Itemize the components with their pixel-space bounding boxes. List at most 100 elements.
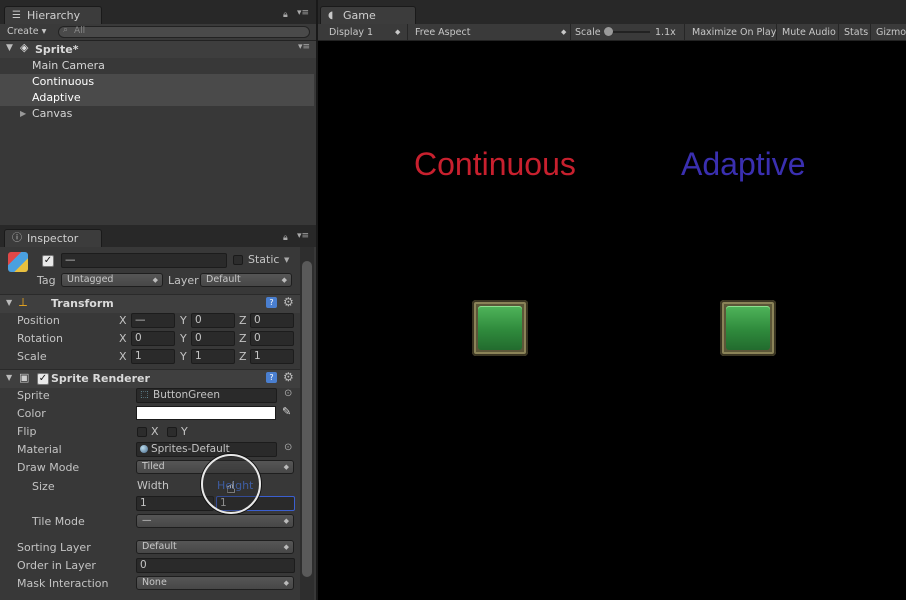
axis-z-label: Z — [239, 314, 247, 327]
maximize-on-play-toggle[interactable]: Maximize On Play — [692, 27, 776, 38]
hierarchy-item-canvas[interactable]: ▶ Canvas — [0, 106, 314, 122]
material-sphere-icon — [140, 445, 148, 453]
toolbar-separator — [570, 24, 571, 40]
create-button[interactable]: Create ▾ — [7, 26, 46, 37]
position-z-field[interactable]: 0 — [250, 313, 294, 328]
game-tabbar: ◖ Game — [318, 0, 906, 24]
rotation-label: Rotation — [17, 332, 64, 345]
mask-interaction-dropdown[interactable]: None ◆ — [136, 576, 294, 590]
scene-header[interactable]: ▼ ◈ Sprite* ▾≡ — [0, 41, 316, 58]
scale-slider-thumb[interactable] — [604, 27, 613, 36]
axis-y-label: Y — [180, 314, 187, 327]
dropdown-arrow-icon: ◆ — [283, 463, 289, 471]
sorting-layer-dropdown[interactable]: Default ◆ — [136, 540, 294, 554]
scale-slider[interactable] — [604, 27, 650, 36]
help-icon[interactable]: ? — [266, 372, 277, 383]
gizmos-dropdown[interactable]: Gizmos — [876, 27, 906, 38]
transform-header[interactable]: ▼ ⟂ Transform ? ⚙ — [0, 294, 300, 313]
toolbar-separator — [870, 24, 871, 40]
gear-icon[interactable]: ⚙ — [283, 295, 294, 309]
layer-value: Default — [206, 274, 241, 285]
scale-label: Scale — [575, 27, 601, 38]
scale-z-field[interactable]: 1 — [250, 349, 294, 364]
static-checkbox[interactable] — [233, 255, 243, 265]
static-label: Static — [248, 253, 280, 266]
search-placeholder: All — [74, 26, 86, 36]
order-in-layer-field[interactable]: 0 — [136, 558, 295, 573]
color-label: Color — [17, 407, 46, 420]
mute-audio-toggle[interactable]: Mute Audio — [782, 27, 836, 38]
toolbar-separator — [684, 24, 685, 40]
stats-toggle[interactable]: Stats — [844, 27, 868, 38]
scale-x-field[interactable]: 1 — [131, 349, 175, 364]
aspect-dropdown[interactable]: Free Aspect — [415, 27, 470, 38]
dropdown-arrow-icon: ◆ — [281, 276, 287, 284]
axis-x-label: X — [119, 332, 127, 345]
dropdown-arrow-icon: ◆ — [395, 28, 401, 36]
draw-mode-value: Tiled — [142, 461, 165, 472]
layer-dropdown[interactable]: Default ◆ — [200, 273, 292, 287]
hierarchy-item-label: Canvas — [32, 107, 73, 120]
foldout-arrow-icon[interactable]: ▼ — [6, 373, 12, 382]
scale-y-field[interactable]: 1 — [191, 349, 235, 364]
rotation-x-field[interactable]: 0 — [131, 331, 175, 346]
rotation-y-field[interactable]: 0 — [191, 331, 235, 346]
sprite-field[interactable]: ⬚ ButtonGreen — [136, 388, 277, 403]
tab-inspector[interactable]: ⓘ Inspector — [4, 229, 102, 247]
static-dropdown-arrow[interactable]: ▼ — [284, 256, 289, 264]
sprite-value: ButtonGreen — [153, 389, 220, 401]
size-width-field[interactable]: 1 — [136, 496, 214, 511]
hierarchy-item-main-camera[interactable]: Main Camera — [0, 58, 314, 74]
game-toolbar: Display 1 ◆ Free Aspect ◆ Scale 1.1x Max… — [318, 24, 906, 41]
color-swatch[interactable] — [136, 406, 276, 420]
scale-label: Scale — [17, 350, 47, 363]
object-picker-icon[interactable]: ⊙ — [284, 442, 292, 453]
game-viewport[interactable]: Continuous Adaptive — [318, 41, 906, 600]
lock-icon[interactable]: 🔒︎ — [283, 10, 288, 20]
display-dropdown[interactable]: Display 1 — [329, 27, 373, 38]
panel-menu-icon[interactable]: ▾≡ — [297, 8, 309, 18]
sprite-renderer-enabled-checkbox[interactable]: ✓ — [37, 373, 49, 385]
button-green-sprite-continuous — [472, 300, 528, 356]
hierarchy-item-continuous[interactable]: Continuous — [0, 74, 314, 90]
expand-arrow-icon[interactable]: ▶ — [20, 106, 26, 122]
tag-dropdown[interactable]: Untagged ◆ — [61, 273, 163, 287]
sprite-renderer-header[interactable]: ▼ ▣ ✓ Sprite Renderer ? ⚙ — [0, 369, 300, 388]
scene-expand-arrow[interactable]: ▼ — [6, 43, 13, 53]
hierarchy-item-adaptive[interactable]: Adaptive — [0, 90, 314, 106]
foldout-arrow-icon[interactable]: ▼ — [6, 298, 12, 307]
eyedropper-icon[interactable]: ✎ — [282, 405, 291, 418]
transform-icon: ⟂ — [19, 295, 28, 309]
flip-y-checkbox[interactable] — [167, 427, 177, 437]
scene-menu-icon[interactable]: ▾≡ — [298, 42, 310, 52]
tab-game[interactable]: ◖ Game — [320, 6, 416, 24]
panel-menu-icon[interactable]: ▾≡ — [297, 231, 309, 241]
mouse-pointer-icon: ☝ — [226, 478, 236, 497]
position-x-field[interactable]: — — [131, 313, 175, 328]
draw-mode-label: Draw Mode — [17, 461, 80, 474]
help-icon[interactable]: ? — [266, 297, 277, 308]
tab-hierarchy-label: Hierarchy — [27, 9, 81, 22]
search-input[interactable]: ⌕ All — [58, 25, 310, 38]
tile-mode-dropdown[interactable]: — ◆ — [136, 514, 294, 528]
gear-icon[interactable]: ⚙ — [283, 370, 294, 384]
hierarchy-item-label: Continuous — [32, 75, 95, 88]
create-label: Create — [7, 26, 39, 37]
active-checkbox[interactable]: ✓ — [42, 255, 54, 267]
flip-x-label: X — [151, 425, 159, 438]
toolbar-separator — [407, 24, 408, 40]
tab-hierarchy[interactable]: ☰ Hierarchy — [4, 6, 102, 24]
gizmos-clip: Gizmos — [874, 24, 906, 40]
axis-x-label: X — [119, 314, 127, 327]
lock-icon[interactable]: 🔒︎ — [283, 233, 288, 243]
material-field[interactable]: Sprites-Default — [136, 442, 277, 457]
object-name-field[interactable]: — — [61, 253, 227, 268]
scrollbar-thumb[interactable] — [302, 261, 312, 577]
position-y-field[interactable]: 0 — [191, 313, 235, 328]
hierarchy-tabbar: ☰ Hierarchy 🔒︎ ▾≡ — [0, 0, 316, 24]
rotation-z-field[interactable]: 0 — [250, 331, 294, 346]
flip-x-checkbox[interactable] — [137, 427, 147, 437]
object-picker-icon[interactable]: ⊙ — [284, 388, 292, 399]
axis-z-label: Z — [239, 350, 247, 363]
inspector-scrollbar[interactable] — [300, 247, 314, 600]
